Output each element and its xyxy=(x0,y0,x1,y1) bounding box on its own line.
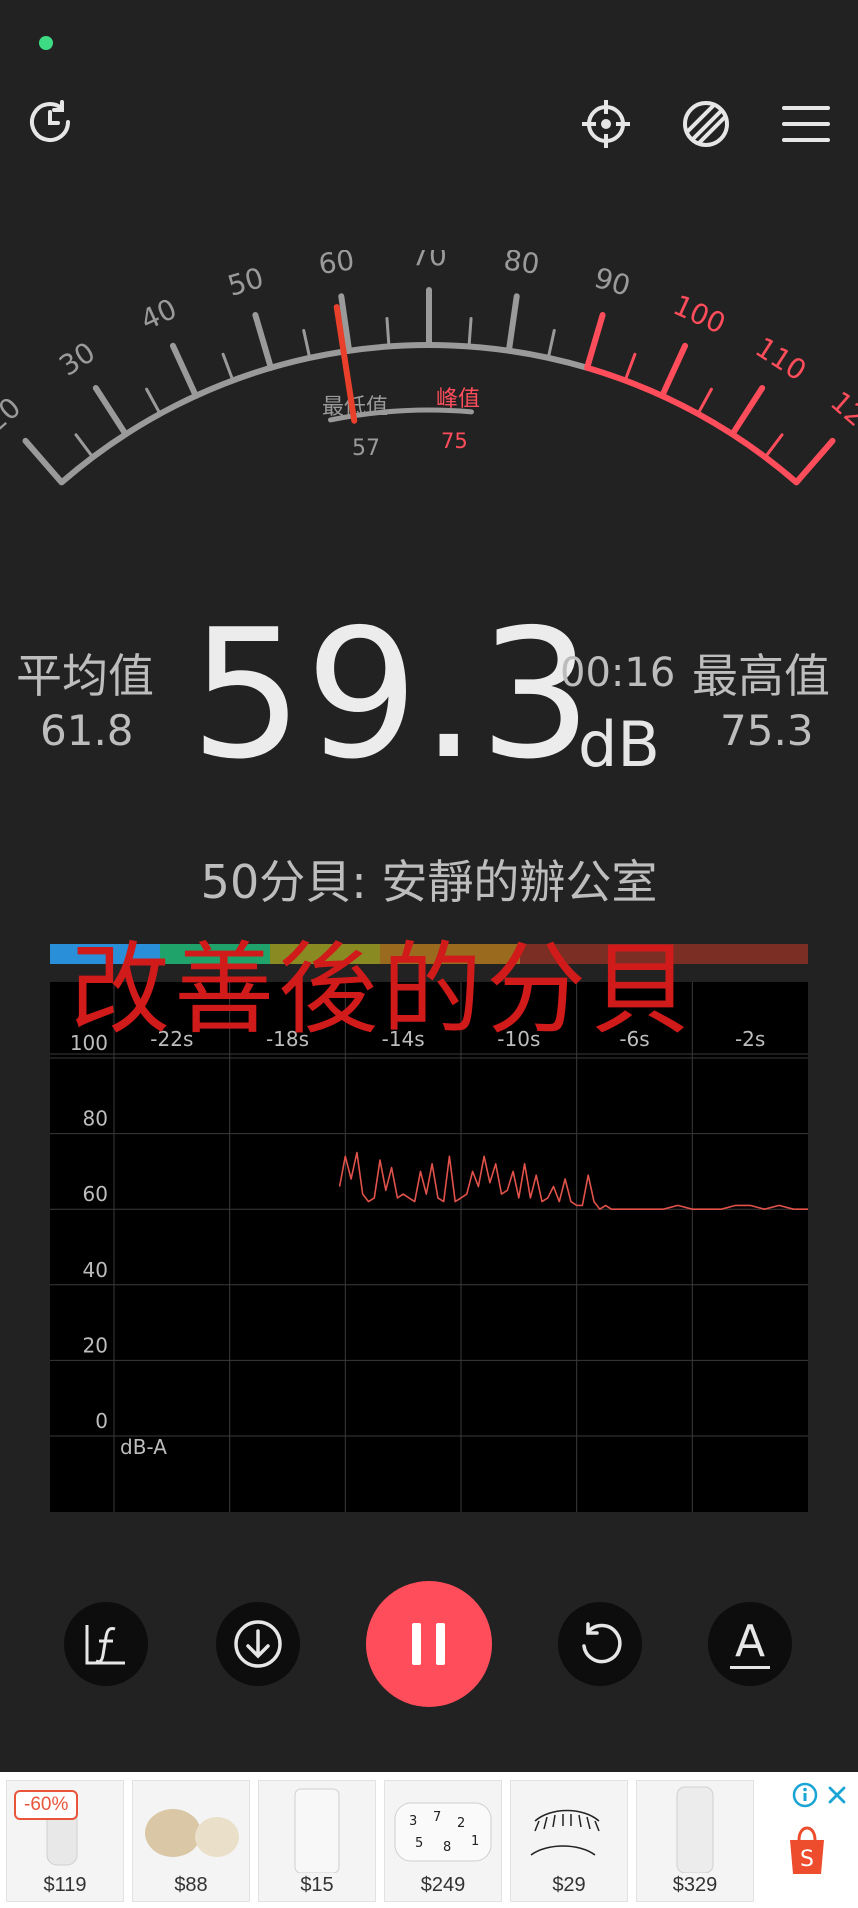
gauge-scale-label: 40 xyxy=(136,292,182,337)
gauge-tick xyxy=(763,433,784,459)
gauge-tick xyxy=(659,342,689,399)
download-button[interactable] xyxy=(216,1602,300,1686)
ad-product-5[interactable]: $29 xyxy=(510,1780,628,1902)
current-decibel: 59.3 xyxy=(190,591,595,798)
gauge-scale-label: 80 xyxy=(502,250,542,281)
crosshair-icon[interactable] xyxy=(574,92,638,156)
chart-y-tick: 40 xyxy=(83,1258,108,1282)
ad-product-3[interactable]: $15 xyxy=(258,1780,376,1902)
ad-product-2[interactable]: $88 xyxy=(132,1780,250,1902)
gauge-tick xyxy=(169,342,199,399)
chart-y-tick: 80 xyxy=(83,1107,108,1131)
ad-product-image: 3 7 2 5 8 1 xyxy=(394,1802,492,1862)
gauge-tick xyxy=(221,352,235,382)
average-label: 平均值 xyxy=(16,649,154,703)
ad-product-4[interactable]: 3 7 2 5 8 1 $249 xyxy=(384,1780,502,1902)
pause-button[interactable] xyxy=(366,1581,492,1707)
pause-icon xyxy=(412,1623,445,1665)
ad-price: $88 xyxy=(174,1874,208,1896)
frequency-weighting-icon xyxy=(85,1625,125,1665)
gauge-scale-label: 110 xyxy=(749,331,812,388)
max-value: 75.3 xyxy=(720,706,814,755)
gauge-scale-label: 20 xyxy=(0,391,27,439)
svg-text:5: 5 xyxy=(415,1836,423,1851)
info-icon[interactable] xyxy=(792,1782,818,1812)
gauge-tick xyxy=(74,433,95,459)
gauge-scale-label: 90 xyxy=(591,261,635,303)
svg-text:1: 1 xyxy=(471,1834,479,1849)
gauge-scale-label: 120 xyxy=(824,385,858,445)
hamburger-menu-icon[interactable] xyxy=(774,92,838,156)
ad-product-image xyxy=(676,1786,714,1874)
gauge-tick xyxy=(145,387,162,416)
frequency-weighting-button[interactable] xyxy=(64,1602,148,1686)
history-clock-icon[interactable] xyxy=(18,90,82,154)
gauge-tick xyxy=(793,437,836,486)
peak-value-label: 峰值 xyxy=(436,387,480,412)
ad-product-image xyxy=(145,1809,239,1857)
status-dot xyxy=(39,36,53,50)
a-weighting-button[interactable]: A xyxy=(708,1602,792,1686)
ad-product-image xyxy=(530,1809,600,1856)
gauge-tick xyxy=(696,387,713,416)
gauge-scale-label: 60 xyxy=(316,250,356,281)
overlay-annotation: 改善後的分貝 xyxy=(70,931,694,1048)
close-icon[interactable] xyxy=(826,1784,848,1810)
a-weighting-label: A xyxy=(734,1615,766,1667)
chart-y-tick: 0 xyxy=(95,1409,108,1433)
ad-price: $249 xyxy=(420,1874,466,1896)
chart-x-tick: -2s xyxy=(735,1027,765,1051)
gauge-scale-label: 100 xyxy=(668,288,730,340)
decibel-gauge: 2030405060708090100110120 最低值 57 峰值 75 xyxy=(0,250,858,486)
gauge-scale-label: 50 xyxy=(224,261,268,303)
gauge-tick xyxy=(467,317,473,348)
ad-product-6[interactable]: $329 xyxy=(636,1780,754,1902)
gauge-scale-label: 30 xyxy=(53,336,101,383)
gauge-tick xyxy=(92,385,129,438)
gauge-tick xyxy=(584,312,606,371)
gauge-tick xyxy=(729,385,766,438)
ad-price: $329 xyxy=(672,1874,718,1896)
gauge-tick xyxy=(302,328,312,360)
chart-unit-label: dB-A xyxy=(120,1435,167,1459)
noise-reference: 50分貝: 安靜的辦公室 xyxy=(200,855,658,909)
ad-banner[interactable]: $119 $88 $15 3 7 2 5 8 1 $249 $29 $329 S xyxy=(0,1772,858,1908)
download-icon xyxy=(234,1620,282,1668)
gauge-scale-label: 70 xyxy=(411,250,447,272)
svg-text:3: 3 xyxy=(409,1814,417,1829)
gauge-tick xyxy=(623,352,637,382)
svg-text:2: 2 xyxy=(457,1816,465,1831)
reset-icon xyxy=(582,1622,622,1664)
gauge-tick xyxy=(385,317,391,348)
average-value: 61.8 xyxy=(40,706,134,755)
ad-price: $119 xyxy=(43,1874,87,1896)
shopee-bag-icon[interactable]: S xyxy=(784,1824,830,1882)
elapsed-timer: 00:16 xyxy=(560,650,676,696)
chart-y-tick: 20 xyxy=(83,1333,108,1357)
gauge-tick xyxy=(252,312,274,371)
gauge-arc xyxy=(586,364,799,485)
max-label: 最高值 xyxy=(692,649,830,703)
discount-badge: -60% xyxy=(14,1790,79,1820)
ad-price: $29 xyxy=(552,1874,586,1896)
gauge-tick xyxy=(505,293,520,354)
ad-price: $15 xyxy=(300,1874,334,1896)
svg-text:S: S xyxy=(800,1847,814,1872)
theme-toggle-icon[interactable] xyxy=(674,92,738,156)
ad-product-image xyxy=(294,1788,340,1874)
chart-y-tick: 60 xyxy=(83,1182,108,1206)
reset-button[interactable] xyxy=(558,1602,642,1686)
svg-text:8: 8 xyxy=(443,1840,451,1855)
peak-value: 75 xyxy=(441,429,468,453)
decibel-history-chart: -22s -18s -14s -10s -6s -2s 100806040200 dB-A xyxy=(50,982,808,1512)
min-value: 57 xyxy=(352,436,380,461)
svg-text:7: 7 xyxy=(433,1810,441,1825)
decibel-unit: dB xyxy=(578,708,660,781)
gauge-tick xyxy=(546,328,556,360)
gauge-tick xyxy=(22,437,65,486)
